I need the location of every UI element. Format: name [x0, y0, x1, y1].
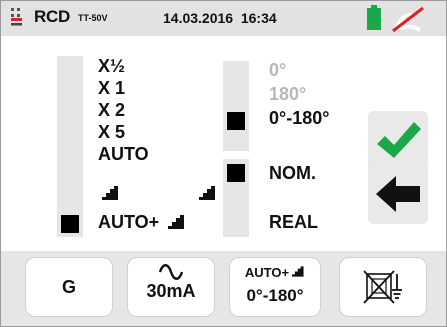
test-mode-auto-plus: AUTO+ — [244, 265, 290, 280]
rated-current-button[interactable]: 30mA — [127, 257, 215, 317]
date: 14.03.2016 — [163, 10, 234, 26]
auto-plus-label: AUTO+ — [98, 212, 160, 232]
battery-full-icon — [367, 5, 381, 30]
ramp-icon — [98, 186, 118, 200]
test-mode-line1: AUTO+ — [230, 265, 320, 280]
phase-selection-marker — [227, 112, 245, 130]
time: 16:34 — [240, 10, 277, 26]
phase-option-0[interactable]: 0° — [269, 60, 286, 81]
multiplier-option-auto[interactable]: AUTO — [98, 144, 149, 165]
status-bar: RCD TT-50V 14.03.2016 16:34 — [1, 1, 446, 36]
current-type-selection-marker — [227, 164, 245, 182]
mode-title: RCD — [34, 7, 70, 26]
phase-option-180[interactable]: 180° — [269, 84, 306, 105]
multiplier-option-x5[interactable]: X 5 — [98, 122, 125, 143]
multiplier-selector[interactable] — [57, 56, 83, 237]
no-earth-icon — [363, 270, 402, 304]
wireless-disabled-icon — [392, 6, 424, 32]
current-type-option-nom[interactable]: NOM. — [269, 163, 316, 184]
current-type-option-real[interactable]: REAL — [269, 212, 318, 233]
rcd-type-label: G — [61, 277, 76, 297]
phase-option-0-180[interactable]: 0°-180° — [269, 108, 329, 129]
earth-button[interactable] — [339, 257, 427, 317]
rcd-type-button[interactable]: G — [25, 257, 113, 317]
multiplier-option-x2[interactable]: X 2 — [98, 100, 125, 121]
multiplier-option-auto-plus[interactable]: AUTO+ — [98, 212, 186, 233]
back-arrow-icon — [376, 176, 420, 212]
multiplier-selection-marker — [61, 215, 79, 233]
ramp-icon — [164, 215, 185, 229]
confirm-button[interactable] — [368, 111, 428, 171]
ramp-icon — [289, 266, 304, 277]
back-button[interactable] — [368, 164, 428, 224]
phase-selector[interactable] — [223, 61, 249, 151]
rated-current-label: 30mA — [146, 281, 196, 301]
system-type: TT-50V — [78, 13, 108, 23]
test-mode-phase: 0°-180° — [246, 286, 304, 305]
ac-wave-icon — [158, 264, 184, 280]
rcd-setup-screen: RCD TT-50V 14.03.2016 16:34 X½ X 1 X 2 X… — [0, 0, 447, 327]
multiplier-option-half[interactable]: X½ — [98, 56, 125, 77]
rcd-icon — [11, 8, 22, 26]
date-time: 14.03.2016 16:34 — [163, 10, 277, 26]
ramp-icon — [195, 186, 215, 200]
checkmark-icon — [377, 122, 421, 158]
multiplier-option-x1[interactable]: X 1 — [98, 78, 125, 99]
test-mode-button[interactable]: AUTO+ 0°-180° — [229, 257, 321, 317]
